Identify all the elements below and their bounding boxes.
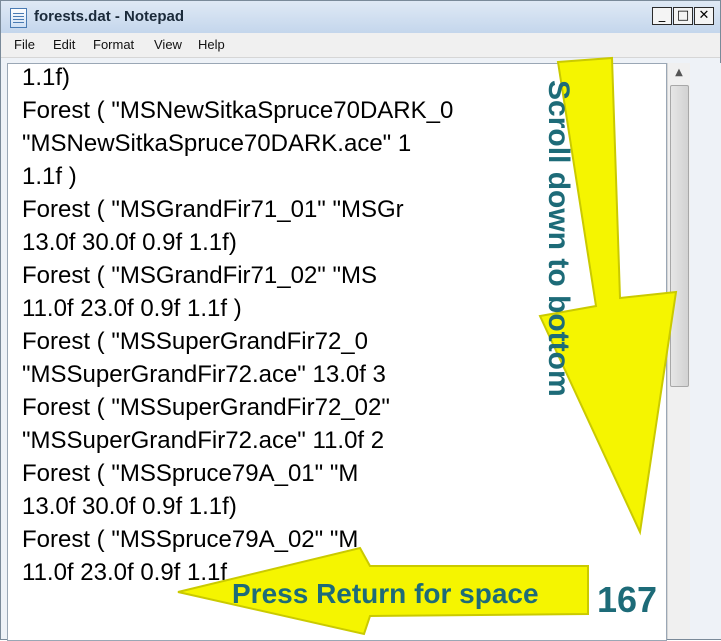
scroll-hint-label: Scroll down to bottom [542,80,575,397]
return-hint-label: Press Return for space [232,578,539,609]
step-counter: 167 [597,579,658,620]
annotation-overlay [177,56,678,636]
